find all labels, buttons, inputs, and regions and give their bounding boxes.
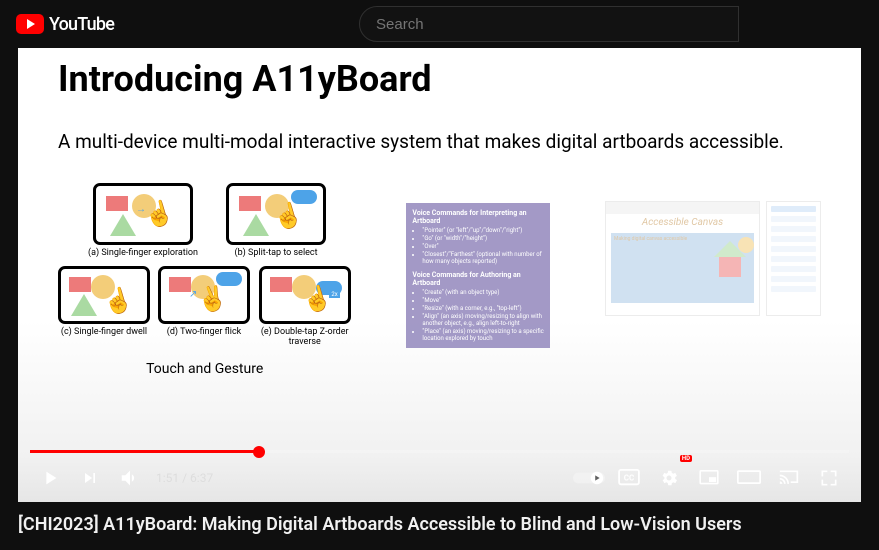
gesture-caption-b: (b) Split-tap to select xyxy=(234,248,317,258)
slide-content: Introducing A11yBoard A multi-device mul… xyxy=(18,48,861,502)
canvas-side-panel xyxy=(766,201,821,316)
gesture-caption-c: (c) Single-finger dwell xyxy=(61,327,147,337)
hd-badge: HD xyxy=(680,455,692,462)
canvas-title: Accessible Canvas xyxy=(606,214,759,231)
voice-heading-2: Voice Commands for Authoring an Artboard xyxy=(412,271,544,287)
youtube-logo-text: YouTube xyxy=(49,14,114,35)
slide-subtitle: A multi-device multi-modal interactive s… xyxy=(58,130,821,153)
video-title: [CHI2023] A11yBoard: Making Digital Artb… xyxy=(18,514,861,535)
gesture-caption-e: (e) Double-tap Z-order traverse xyxy=(258,327,351,347)
touch-gesture-label: Touch and Gesture xyxy=(58,361,351,377)
settings-button[interactable]: HD xyxy=(649,458,689,498)
volume-button[interactable] xyxy=(110,458,150,498)
youtube-logo-icon xyxy=(16,14,44,34)
video-player[interactable]: Introducing A11yBoard A multi-device mul… xyxy=(18,48,861,502)
gesture-caption-a: (a) Single-finger exploration xyxy=(88,248,198,258)
gesture-tablet-e: ☝ 2x xyxy=(259,266,351,324)
captions-button[interactable]: CC xyxy=(609,458,649,498)
voice-heading-1: Voice Commands for Interpreting an Artbo… xyxy=(412,209,544,225)
voice-commands-panel: Voice Commands for Interpreting an Artbo… xyxy=(406,203,550,348)
youtube-logo[interactable]: YouTube xyxy=(16,14,114,35)
canvas-preview: Accessible Canvas Making digital canvas … xyxy=(605,201,821,377)
fullscreen-button[interactable] xyxy=(809,458,849,498)
time-display: 1:51 / 6:37 xyxy=(156,471,213,485)
cast-button[interactable] xyxy=(769,458,809,498)
gesture-column: ☝ → (a) Single-finger exploration ☝ xyxy=(58,183,351,377)
search-wrap xyxy=(359,6,739,42)
theater-button[interactable] xyxy=(729,458,769,498)
gesture-tablet-a: ☝ → xyxy=(93,183,193,245)
gesture-tablet-c: ☝ xyxy=(58,266,150,324)
gesture-caption-d: (d) Two-finger flick xyxy=(167,327,242,337)
player-controls: 1:51 / 6:37 CC HD xyxy=(18,450,861,502)
play-button[interactable] xyxy=(30,458,70,498)
search-input[interactable] xyxy=(359,6,739,42)
canvas-panel: Accessible Canvas Making digital canvas … xyxy=(605,201,760,316)
svg-text:CC: CC xyxy=(624,472,635,482)
miniplayer-button[interactable] xyxy=(689,458,729,498)
top-header: YouTube xyxy=(0,0,879,48)
gesture-tablet-d: ✌ ↗ xyxy=(158,266,250,324)
slide-title: Introducing A11yBoard xyxy=(58,58,821,100)
progress-bar[interactable] xyxy=(30,450,849,453)
next-button[interactable] xyxy=(70,458,110,498)
autoplay-toggle[interactable] xyxy=(569,458,609,498)
gesture-tablet-b: ☝ xyxy=(226,183,326,245)
